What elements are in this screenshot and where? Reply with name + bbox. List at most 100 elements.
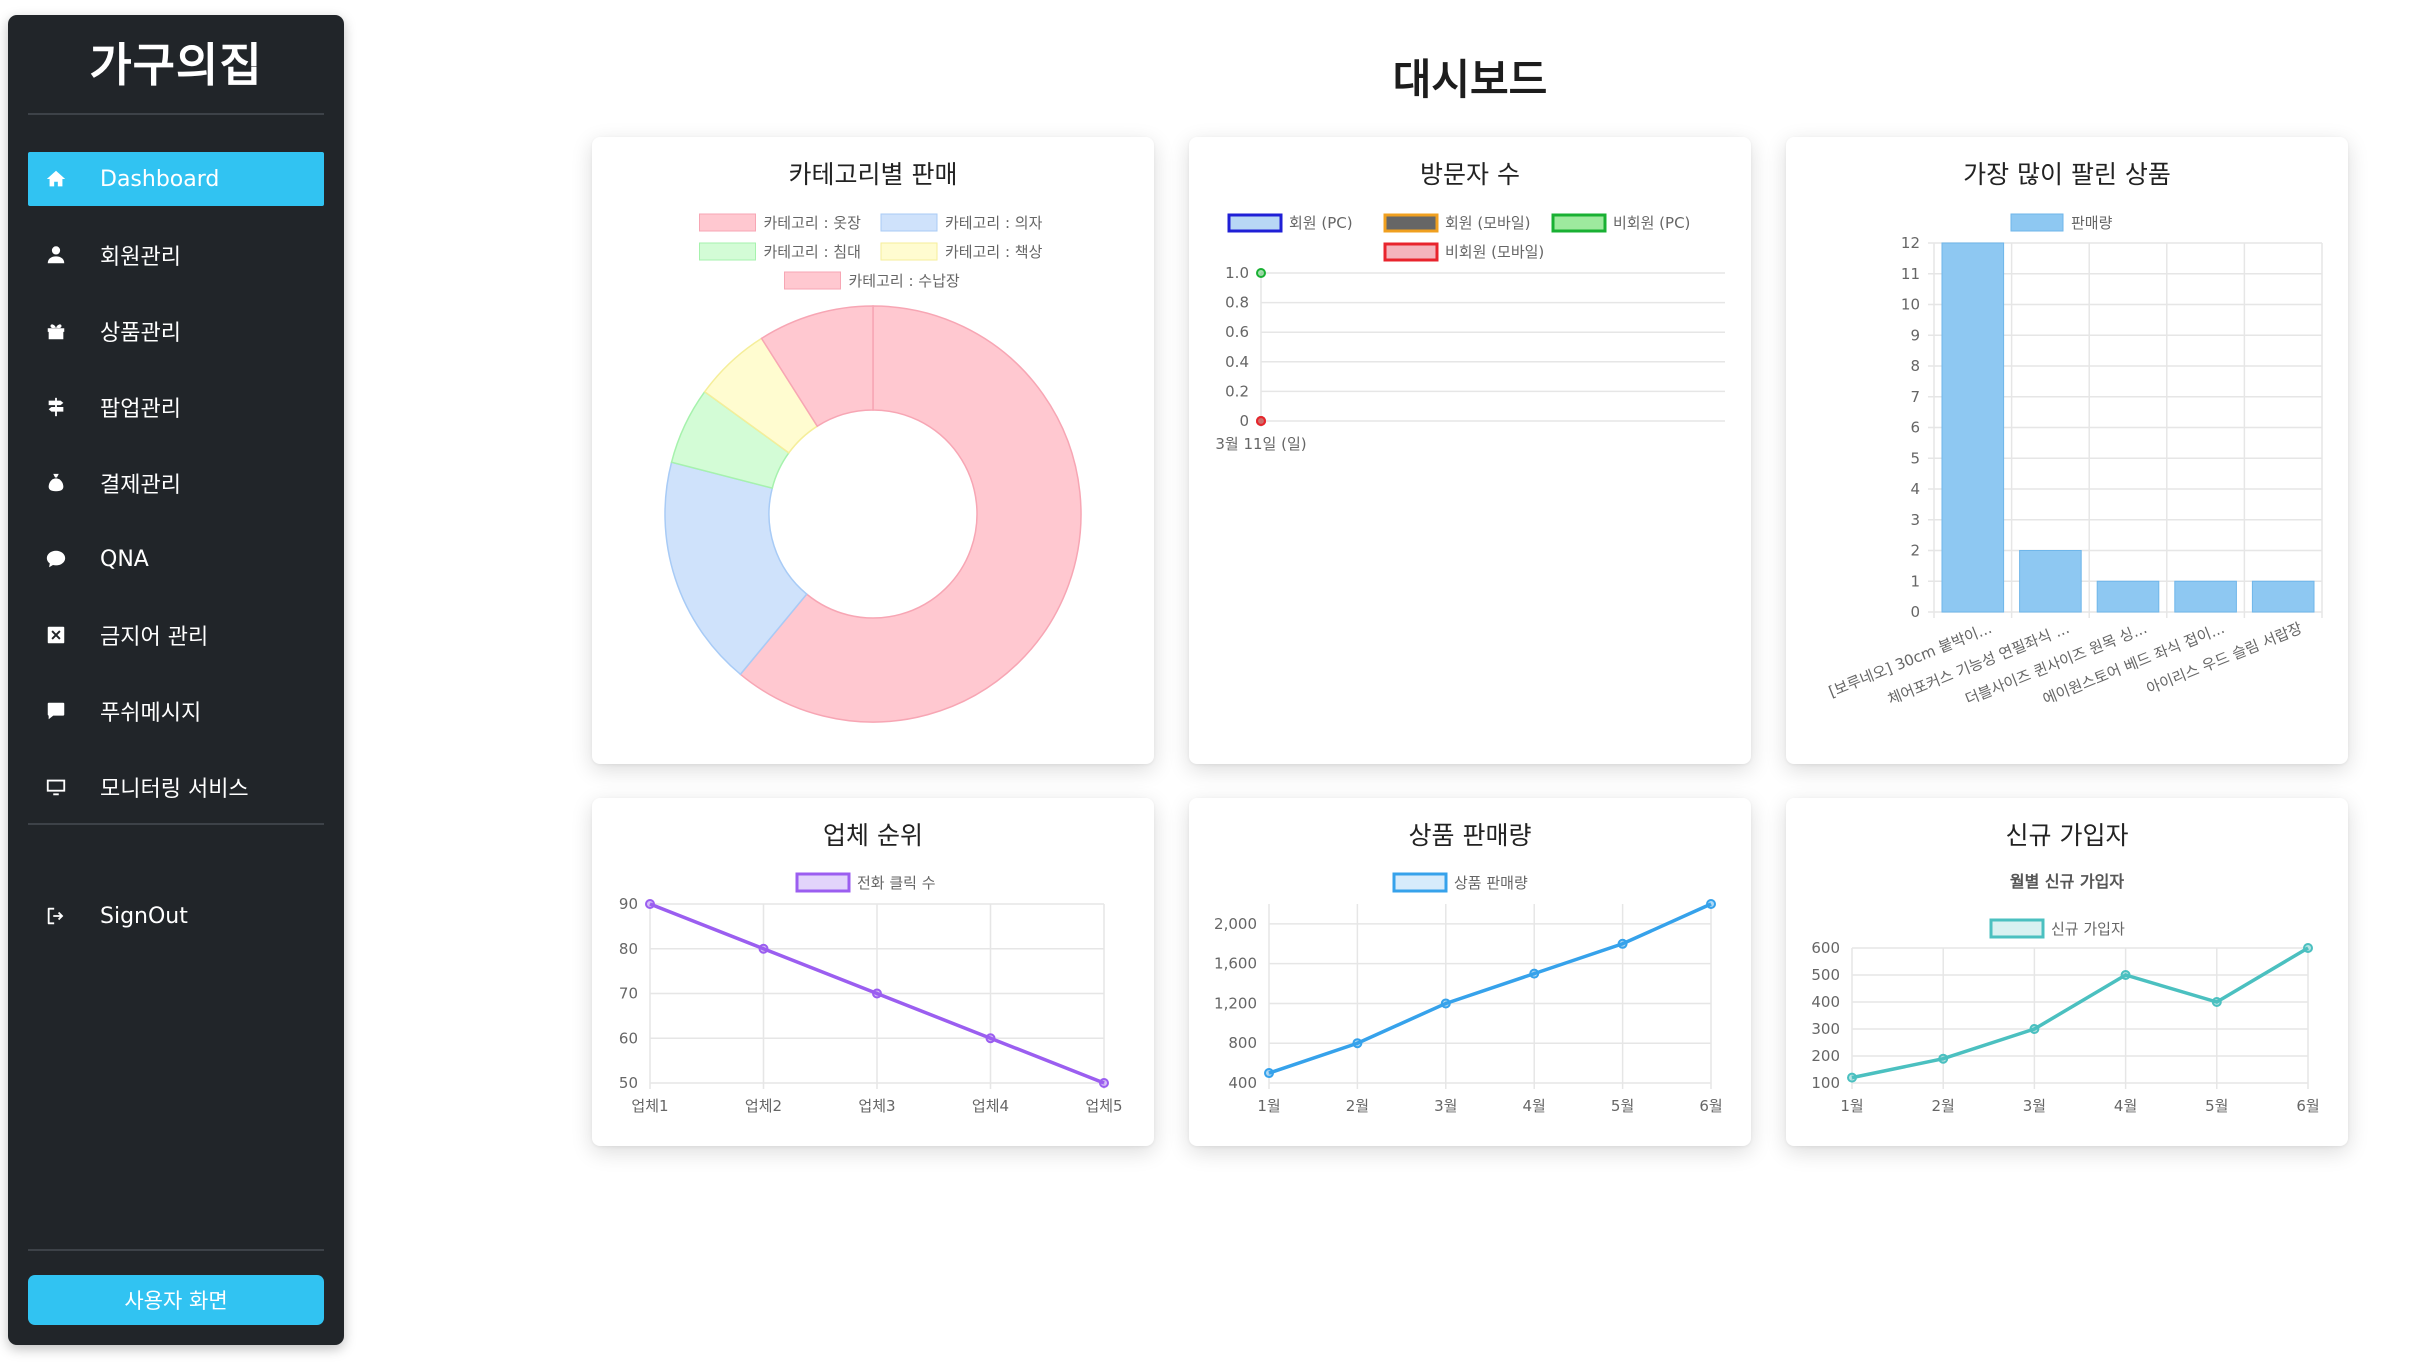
money-bag-icon [40, 472, 72, 494]
product-sales-card: 상품 판매량 상품 판매량 2,000 1,600 1,200 800 400 1월 2월 3월… [1189, 798, 1751, 1146]
bar [2019, 550, 2082, 613]
sidebar-item-결제관리[interactable]: 결제관리 [28, 456, 324, 510]
sidebar-item-팝업관리[interactable]: 팝업관리 [28, 380, 324, 434]
x-tick-label: 5월 [1611, 1097, 1634, 1115]
y-tick-label: 1,200 [1214, 994, 1257, 1012]
x-tick-label: 업체2 [745, 1097, 782, 1115]
legend-swatch [784, 271, 841, 290]
legend-label: 카테고리 : 옷장 [764, 214, 862, 232]
y-tick-label: 800 [1228, 1034, 1257, 1052]
monitor-icon [40, 776, 72, 798]
signpost-icon [40, 396, 72, 418]
x-tick-label: 1월 [1257, 1097, 1280, 1115]
x-tick-label: 업체1 [631, 1097, 668, 1115]
y-tick-label: 11 [1901, 265, 1920, 283]
logo[interactable]: 가구의집 [8, 29, 344, 95]
legend-label: 상품 판매량 [1454, 874, 1528, 892]
y-tick-label: 500 [1811, 966, 1840, 984]
sidebar-item-상품관리[interactable]: 상품관리 [28, 304, 324, 358]
sidebar-item-푸쉬메시지[interactable]: 푸쉬메시지 [28, 684, 324, 738]
legend-label: 카테고리 : 수납장 [849, 272, 960, 290]
sidebar-item-회원관리[interactable]: 회원관리 [28, 228, 324, 282]
data-point [1529, 968, 1540, 979]
legend-swatch [699, 242, 756, 261]
x-tick-label: 업체4 [972, 1097, 1009, 1115]
sidebar-divider [28, 113, 324, 115]
legend-swatch [1392, 872, 1448, 893]
sidebar-item-Dashboard[interactable]: Dashboard [28, 152, 324, 206]
sidebar-divider [28, 823, 324, 825]
home-icon [40, 168, 72, 190]
y-tick-label: 0 [1239, 412, 1249, 430]
x-tick-label: 2월 [1346, 1097, 1369, 1115]
new-members-line-chart: 월별 신규 가입자신규 가입자 600 500 400 300 200 1001월 2월 3월 4… [1811, 872, 2319, 1115]
x-tick-label: 업체3 [858, 1097, 895, 1115]
chart-subtitle: 월별 신규 가입자 [2010, 872, 2124, 891]
legend-swatch [1383, 213, 1439, 233]
legend-label: 전화 클릭 수 [857, 874, 936, 892]
legend-label: 회원 (PC) [1289, 214, 1353, 232]
bar [2251, 580, 2315, 613]
data-point [1440, 998, 1451, 1009]
sidebar-item-금지어 관리[interactable]: 금지어 관리 [28, 608, 324, 662]
user-view-button[interactable]: 사용자 화면 [28, 1275, 324, 1325]
data-point [1352, 1038, 1363, 1049]
y-tick-label: 50 [619, 1074, 638, 1092]
y-tick-label: 300 [1811, 1020, 1840, 1038]
legend-label: 카테고리 : 책상 [945, 243, 1043, 261]
y-tick-label: 2 [1910, 542, 1920, 560]
legend-swatch [1551, 213, 1607, 233]
legend-label: 카테고리 : 침대 [764, 243, 861, 261]
legend-label: 카테고리 : 의자 [945, 214, 1043, 232]
x-tick-label: 3월 [2023, 1097, 2046, 1115]
sidebar-item-label: 상품관리 [100, 321, 181, 346]
user-icon [40, 244, 72, 266]
data-point [2120, 970, 2131, 980]
y-tick-label: 0.4 [1225, 353, 1249, 371]
data-point [1256, 268, 1266, 278]
visitors-line-chart: 회원 (PC) 회원 (모바일) 비회원 (PC) 비회원 (모바일) 1.0 0.8 0.… [1215, 213, 1725, 453]
data-point [872, 988, 882, 999]
y-tick-label: 80 [619, 940, 638, 958]
data-point [1264, 1068, 1274, 1079]
visitors-card: 방문자 수 회원 (PC) 회원 (모바일) 비회원 (PC) 비회원 (모바일) 1.… [1189, 137, 1751, 764]
page-title: 대시보드 [1392, 55, 1548, 104]
sidebar: 가구의집 Dashboard 회원관리상품관리팝업관리결제관리 QNA 금지어 관리푸… [8, 15, 344, 1345]
y-tick-label: 400 [1811, 993, 1840, 1011]
sidebar-item-label: Dashboard [100, 166, 220, 192]
data-point [1706, 899, 1716, 909]
data-point [1256, 416, 1266, 426]
x-tick-label: 2월 [1932, 1097, 1955, 1115]
y-tick-label: 0 [1910, 603, 1920, 621]
signout-icon [40, 905, 72, 927]
vendor-rank-line-chart: 전화 클릭 수 90 80 70 60 50 업체1 업체2 업체3 업체4 업체5 [619, 872, 1123, 1115]
data-point [2029, 1024, 2040, 1034]
signout-button[interactable]: SignOut [28, 889, 324, 943]
sidebar-item-모니터링 서비스[interactable]: 모니터링 서비스 [28, 760, 324, 814]
top-products-bar-chart: 판매량0123456789101112[보루네오] 30cm 붙박이...체어포… [1826, 213, 2323, 708]
legend-swatch [1383, 242, 1439, 262]
x-tick-label: 6월 [2296, 1097, 2319, 1115]
sidebar-item-QNA[interactable]: QNA [28, 532, 324, 586]
sidebar-divider [28, 1249, 324, 1251]
y-tick-label: 1,600 [1214, 955, 1257, 973]
x-tick-label: 6월 [1699, 1097, 1722, 1115]
chat-icon [40, 548, 72, 570]
y-tick-label: 0.2 [1225, 382, 1249, 400]
product-sales-line-chart: 상품 판매량 2,000 1,600 1,200 800 4001월 2월 3월 4월 5월 6월 [1214, 872, 1723, 1115]
y-tick-label: 400 [1228, 1074, 1257, 1092]
legend-swatch [795, 872, 851, 893]
forbidden-icon [40, 624, 72, 646]
legend-swatch [880, 242, 938, 261]
legend-swatch [880, 213, 938, 232]
data-point [1938, 1053, 1949, 1064]
series-line [1851, 946, 2309, 1080]
x-tick-label: 4월 [1523, 1097, 1546, 1115]
y-tick-label: 600 [1811, 939, 1840, 957]
sidebar-item-label: 회원관리 [100, 245, 181, 270]
data-point [758, 943, 769, 954]
category-sales-card: 카테고리별 판매 카테고리 : 옷장 카테고리 : 의자 카테고리 : 침대 카테고리… [592, 137, 1154, 764]
x-tick-label: 3월 [1434, 1097, 1457, 1115]
legend-label: 비회원 (PC) [1613, 214, 1690, 232]
data-point [2303, 943, 2313, 953]
